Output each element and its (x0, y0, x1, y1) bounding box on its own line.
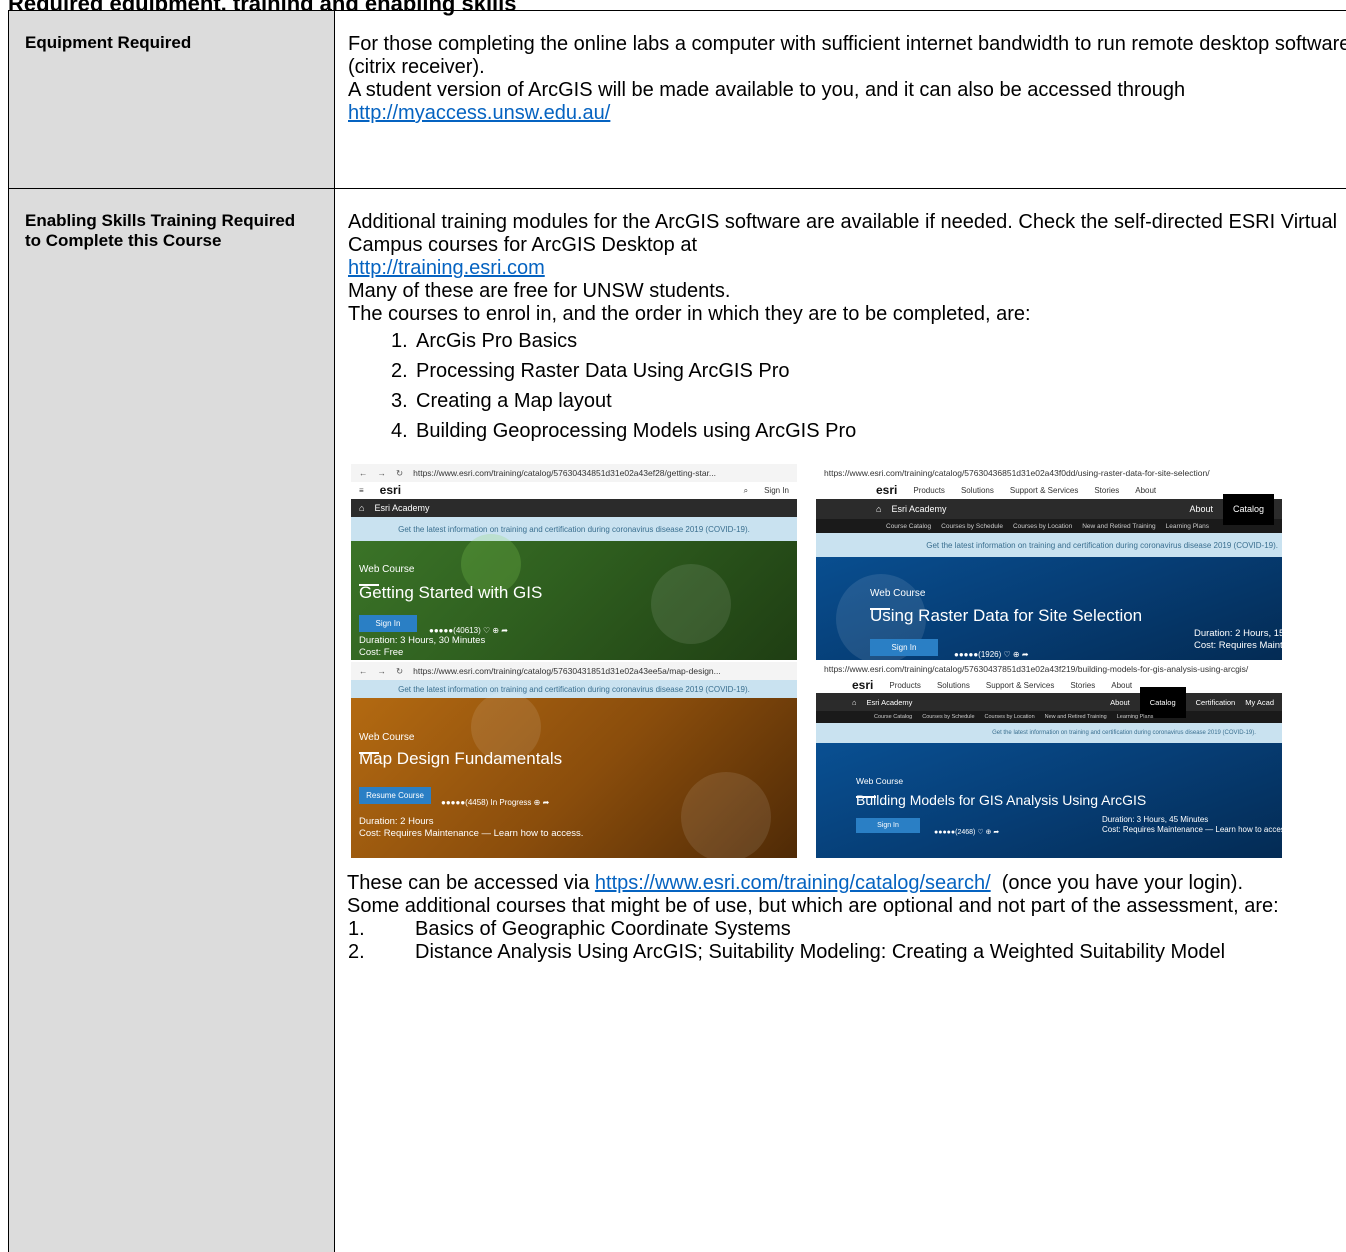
home-icon: ⌂ (876, 503, 882, 514)
subnav-item: Course Catalog (874, 713, 913, 720)
duration-text: Duration: 3 Hours, 45 Minutes (1102, 815, 1209, 824)
equipment-label: Equipment Required (8, 10, 335, 189)
course-number: 4. (391, 420, 408, 442)
course-title: Basics of Geographic Coordinate Systems (415, 918, 791, 940)
address-url: https://www.esri.com/training/catalog/57… (413, 467, 717, 478)
sign-in-link: Sign In (764, 486, 789, 495)
course-item: 4. Building Geoprocessing Models using Ar… (391, 416, 1346, 446)
nav-support: Support & Services (1009, 486, 1079, 495)
equipment-row: Equipment Required For those completing … (8, 10, 1346, 189)
cost-text: Cost: Requires Maintena (1194, 640, 1282, 651)
duration-text: Duration: 2 Hours (359, 816, 434, 827)
course-button: Sign In (856, 818, 920, 833)
duration-text: Duration: 3 Hours, 30 Minutes (359, 635, 486, 646)
optional-intro: Some additional courses that might be of… (347, 895, 1279, 917)
academy-bar: ⌂ Esri Academy (351, 499, 797, 517)
course-title: Creating a Map layout (416, 390, 612, 412)
enabling-label: Enabling Skills Training Required to Com… (8, 188, 335, 1252)
course-heading: Getting Started with GIS (359, 583, 543, 602)
course-number: 1. (391, 330, 408, 352)
arcgis-access-lead: A student version of ArcGIS will be made… (348, 79, 1186, 101)
subnav-item: Courses by Schedule (922, 713, 975, 720)
training-text: Additional training modules for the ArcG… (348, 211, 1338, 256)
optional-course-item: 2. Distance Analysis Using ArcGIS; Suitab… (348, 941, 1346, 964)
course-number: 1. (348, 918, 365, 940)
subnav-item: Course Catalog (886, 522, 932, 530)
optional-course-list: 1. Basics of Geographic Coordinate System… (348, 918, 1346, 964)
access-lead: These can be accessed via (347, 872, 595, 894)
course-title: Distance Analysis Using ArcGIS; Suitabil… (415, 941, 1226, 963)
equipment-text: For those completing the online labs a c… (348, 33, 1346, 78)
course-title: Processing Raster Data Using ArcGIS Pro (416, 360, 790, 382)
duration: Duration: 3 Hours, 45 Minutes Cost: Requi… (1102, 815, 1282, 835)
duration: Duration: 2 Hours Cost: Requires Maintena… (359, 816, 583, 840)
nav-stories: Stories (1094, 486, 1120, 495)
catalog-search-link[interactable]: https://www.esri.com/training/catalog/se… (595, 872, 991, 894)
optional-course-item: 1. Basics of Geographic Coordinate System… (348, 918, 1346, 941)
cost-text: Cost: Requires Maintenance — Learn how t… (1102, 825, 1282, 834)
course-heading: Using Raster Data for Site Selection (870, 606, 1143, 625)
arcgis-access-text: A student version of ArcGIS will be made… (348, 79, 1346, 125)
course-heading: Building Models for GIS Analysis Using A… (856, 792, 1147, 808)
requirements-table: Equipment Required For those completing … (8, 10, 1346, 1252)
course-button: Resume Course (359, 787, 431, 804)
course-heading: Map Design Fundamentals (359, 749, 563, 768)
required-course-list: 1. ArcGis Pro Basics 2. Processing Raster … (391, 326, 1346, 446)
nav-about: About (1135, 486, 1157, 495)
course-screenshots: ← → ↻ https://www.esri.com/training/catalog… (351, 464, 1346, 858)
rating: ●●●●●(2468) ♡ ⊕ ➦ (934, 829, 1000, 836)
myaccess-link[interactable]: http://myaccess.unsw.edu.au/ (348, 102, 610, 124)
course-number: 3. (391, 390, 408, 412)
certification-link: Certification (1195, 697, 1236, 707)
rating: ●●●●●(4458) In Progress ⊕ ➦ (441, 798, 550, 807)
course-number: 2. (348, 941, 365, 963)
course-item: 1. ArcGis Pro Basics (391, 326, 1346, 356)
nav-solutions: Solutions (960, 486, 994, 495)
free-text: Many of these are free for UNSW students… (348, 280, 731, 302)
equipment-cell: For those completing the online labs a c… (334, 10, 1346, 189)
nav-solutions: Solutions (936, 680, 970, 690)
academy-label: Esri Academy (374, 502, 430, 513)
duration: Duration: 3 Hours, 30 Minutes Cost: Free (359, 635, 485, 659)
forward-icon: → (377, 665, 387, 676)
course-title: ArcGis Pro Basics (416, 330, 578, 352)
course-number: 2. (391, 360, 408, 382)
back-icon: ← (359, 665, 368, 676)
course-button: Sign In (870, 639, 938, 656)
access-text: These can be accessed via https://www.es… (347, 872, 1346, 895)
cost-text: Cost: Free (359, 647, 404, 658)
sub-nav: Course Catalog Courses by Schedule Courses… (816, 519, 1282, 533)
enabling-row: Enabling Skills Training Required to Com… (8, 188, 1346, 1252)
order-text: The courses to enrol in, and the order i… (348, 303, 1031, 325)
nav-stories: Stories (1070, 680, 1096, 690)
nav-support: Support & Services (985, 680, 1055, 690)
access-tail: (once you have your login). (990, 872, 1244, 894)
my-academy-link: My Acad (1245, 697, 1274, 707)
training-esri-link[interactable]: http://training.esri.com (348, 257, 545, 279)
rating: ●●●●●(1926) ♡ ⊕ ➦ (954, 650, 1029, 659)
course-item: 3. Creating a Map layout (391, 386, 1346, 416)
screenshot-getting-started: ← → ↻ https://www.esri.com/training/catalog… (351, 464, 797, 660)
duration: Duration: 2 Hours, 15 MCost: Requires Ma… (1194, 628, 1282, 652)
covid-notice: Get the latest information on training a… (351, 517, 797, 541)
catalog-link: Catalog (1222, 493, 1274, 525)
course-button: Sign In (359, 615, 417, 632)
duration-text: Duration: 2 Hours, 15 M (1194, 628, 1282, 639)
course-item: 2. Processing Raster Data Using ArcGIS Pr… (391, 356, 1346, 386)
screenshot-map-design: ← → ↻ https://www.esri.com/training/catalog… (351, 662, 797, 858)
search-icon: ⌕ (743, 486, 749, 495)
home-icon: ⌂ (852, 697, 857, 707)
esri-header: esri Products Solutions Support & Services S… (816, 482, 1282, 499)
home-icon: ⌂ (359, 502, 365, 513)
screenshot-raster-data: https://www.esri.com/training/catalog/57… (816, 464, 1282, 660)
course-title: Building Geoprocessing Models using ArcG… (416, 420, 857, 442)
enabling-cell: Additional training modules for the ArcG… (334, 188, 1346, 1252)
screenshot-building-models: https://www.esri.com/training/catalog/57… (816, 662, 1282, 858)
browser-bar: ← → ↻ https://www.esri.com/training/catalog… (351, 464, 797, 482)
covid-notice: Get the latest information on training a… (351, 680, 797, 698)
cost-text: Cost: Requires Maintenance — Learn how t… (359, 828, 584, 839)
